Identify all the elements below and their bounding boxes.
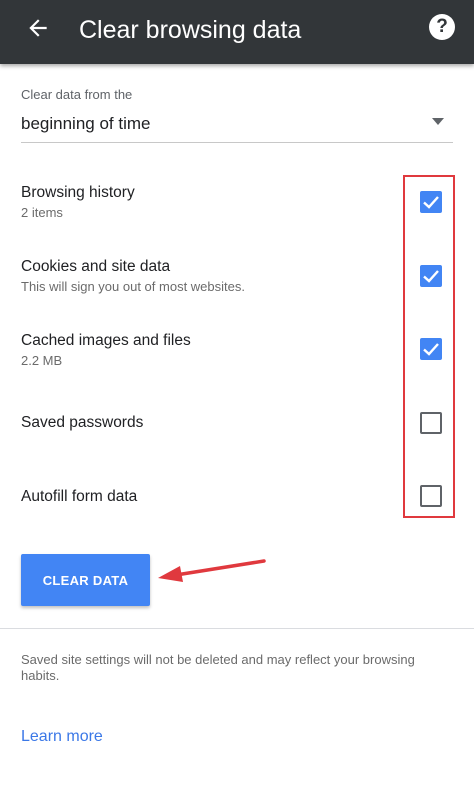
clear-data-button[interactable]: CLEAR DATA (21, 554, 150, 606)
time-range-value: beginning of time (21, 114, 151, 133)
arrow-back-icon (25, 15, 51, 46)
app-bar: Clear browsing data ? (0, 0, 474, 64)
option-subtitle: 2 items (21, 205, 63, 220)
option-subtitle: This will sign you out of most websites. (21, 279, 245, 294)
option-title: Browsing history (21, 184, 135, 201)
footnote-text: Saved site settings will not be deleted … (21, 652, 415, 683)
back-button[interactable] (20, 12, 56, 48)
dropdown-arrow-icon (432, 118, 444, 125)
option-title: Cookies and site data (21, 258, 171, 275)
option-title: Saved passwords (21, 414, 144, 431)
option-title: Cached images and files (21, 332, 191, 349)
page-title: Clear browsing data (79, 16, 302, 44)
divider (0, 628, 474, 629)
help-icon: ? (429, 14, 455, 40)
annotation-highlight-box (403, 175, 455, 518)
option-subtitle: 2.2 MB (21, 353, 63, 368)
help-button[interactable]: ? (427, 12, 457, 42)
learn-more-link[interactable]: Learn more (21, 728, 103, 746)
option-title: Autofill form data (21, 488, 138, 505)
annotation-arrow-icon (158, 559, 266, 582)
time-range-caption: Clear data from the (21, 87, 133, 102)
time-range-dropdown[interactable]: beginning of time (21, 108, 453, 143)
